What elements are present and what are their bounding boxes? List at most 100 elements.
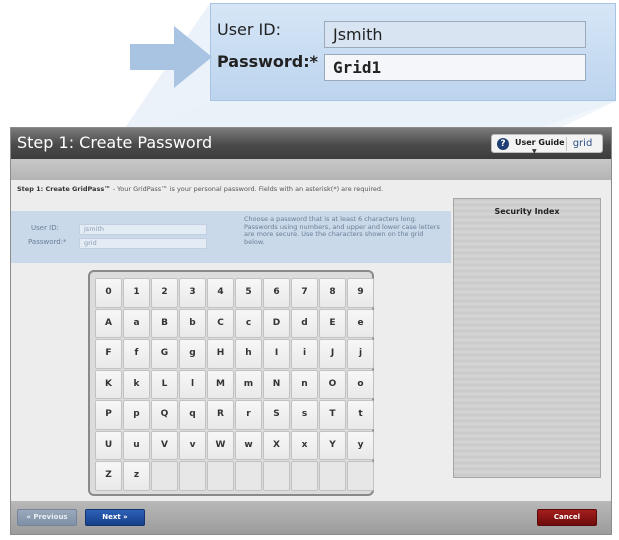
character-key[interactable]: 9	[347, 278, 374, 308]
character-key[interactable]: V	[151, 430, 178, 460]
next-button[interactable]: Next »	[85, 509, 145, 526]
character-key-empty	[319, 461, 346, 491]
character-key[interactable]: T	[319, 400, 346, 430]
character-grid-keys: 0123456789 AaBbCcDdEe FfGgHhIiJj KkLlMmNnOo…	[95, 278, 374, 491]
instruction-text: Step 1: Create GridPass™ - Your GridPass…	[17, 185, 437, 193]
security-index-panel: Security Index	[453, 198, 601, 478]
character-key[interactable]: w	[235, 430, 262, 460]
character-key[interactable]: J	[319, 339, 346, 369]
character-key[interactable]: Q	[151, 400, 178, 430]
character-key[interactable]: K	[95, 369, 122, 399]
character-key[interactable]: 4	[207, 278, 234, 308]
character-key[interactable]: m	[235, 369, 262, 399]
character-key[interactable]: O	[319, 369, 346, 399]
character-key[interactable]: R	[207, 400, 234, 430]
password-label: Password:*	[28, 238, 67, 246]
character-key[interactable]: e	[347, 308, 374, 338]
character-key[interactable]: l	[179, 369, 206, 399]
character-key[interactable]: s	[291, 400, 318, 430]
subheader-bar	[11, 159, 611, 180]
character-key[interactable]: C	[207, 308, 234, 338]
character-key[interactable]: D	[263, 308, 290, 338]
help-icon: ?	[497, 138, 509, 150]
cancel-button[interactable]: Cancel	[537, 509, 597, 526]
character-key[interactable]: y	[347, 430, 374, 460]
character-key[interactable]: i	[291, 339, 318, 369]
character-key[interactable]: U	[95, 430, 122, 460]
instruction-step: Step 1: Create GridPass™	[17, 185, 111, 193]
character-key-empty	[151, 461, 178, 491]
character-key[interactable]: I	[263, 339, 290, 369]
character-key-empty	[179, 461, 206, 491]
zoom-userid-field[interactable]: Jsmith	[324, 21, 586, 48]
character-key[interactable]: 8	[319, 278, 346, 308]
character-key-empty	[347, 461, 374, 491]
character-key[interactable]: j	[347, 339, 374, 369]
character-key[interactable]: p	[123, 400, 150, 430]
character-key[interactable]: c	[235, 308, 262, 338]
instruction-body: - Your GridPass™ is your personal passwo…	[110, 185, 384, 193]
character-key[interactable]: E	[319, 308, 346, 338]
character-key[interactable]: t	[347, 400, 374, 430]
character-key[interactable]: 2	[151, 278, 178, 308]
password-field[interactable]: grid	[79, 238, 207, 249]
character-key[interactable]: S	[263, 400, 290, 430]
character-key[interactable]: r	[235, 400, 262, 430]
character-key[interactable]: 3	[179, 278, 206, 308]
character-key[interactable]: 1	[123, 278, 150, 308]
user-guide-label: User Guide	[515, 138, 565, 147]
zoom-password-field[interactable]: Grid1	[324, 54, 586, 81]
character-key[interactable]: o	[347, 369, 374, 399]
character-key[interactable]: B	[151, 308, 178, 338]
chevron-down-icon: ▼	[532, 148, 537, 155]
character-grid: 0123456789 AaBbCcDdEe FfGgHhIiJj KkLlMmNnOo…	[88, 270, 374, 496]
character-key-empty	[263, 461, 290, 491]
character-key[interactable]: v	[179, 430, 206, 460]
character-key[interactable]: A	[95, 308, 122, 338]
character-key[interactable]: Z	[95, 461, 122, 491]
character-key[interactable]: n	[291, 369, 318, 399]
credentials-panel: User ID: jsmith Password:* grid Choose a…	[11, 211, 451, 263]
footer-bar: « Previous Next » Cancel	[11, 501, 611, 534]
character-key-empty	[291, 461, 318, 491]
userid-label: User ID:	[31, 224, 59, 232]
window-title: Step 1: Create Password	[17, 133, 213, 152]
character-key[interactable]: M	[207, 369, 234, 399]
character-key[interactable]: 0	[95, 278, 122, 308]
character-key[interactable]: L	[151, 369, 178, 399]
character-key[interactable]: k	[123, 369, 150, 399]
previous-button[interactable]: « Previous	[17, 509, 77, 526]
character-key[interactable]: f	[123, 339, 150, 369]
create-password-window: Step 1: Create Password ? User Guide ▼ g…	[10, 127, 612, 535]
password-help-text: Choose a password that is at least 6 cha…	[244, 215, 440, 246]
character-key[interactable]: a	[123, 308, 150, 338]
grid-logo-icon: grid	[566, 137, 598, 151]
character-key[interactable]: d	[291, 308, 318, 338]
zoom-userid-label: User ID:	[217, 20, 281, 39]
character-key[interactable]: h	[235, 339, 262, 369]
character-key[interactable]: N	[263, 369, 290, 399]
character-key[interactable]: z	[123, 461, 150, 491]
userid-field[interactable]: jsmith	[79, 224, 207, 235]
character-key-empty	[207, 461, 234, 491]
character-key[interactable]: G	[151, 339, 178, 369]
character-key[interactable]: x	[291, 430, 318, 460]
character-key[interactable]: X	[263, 430, 290, 460]
character-key[interactable]: W	[207, 430, 234, 460]
right-arrow-icon	[130, 26, 212, 88]
character-key[interactable]: F	[95, 339, 122, 369]
character-key-empty	[235, 461, 262, 491]
character-key[interactable]: Y	[319, 430, 346, 460]
character-key[interactable]: b	[179, 308, 206, 338]
character-key[interactable]: 5	[235, 278, 262, 308]
character-key[interactable]: P	[95, 400, 122, 430]
character-key[interactable]: 6	[263, 278, 290, 308]
zoom-password-label: Password:*	[217, 52, 319, 71]
character-key[interactable]: H	[207, 339, 234, 369]
title-bar: Step 1: Create Password ? User Guide ▼ g…	[11, 128, 611, 159]
character-key[interactable]: g	[179, 339, 206, 369]
character-key[interactable]: u	[123, 430, 150, 460]
user-guide-button[interactable]: ? User Guide ▼ grid	[491, 134, 603, 155]
character-key[interactable]: 7	[291, 278, 318, 308]
character-key[interactable]: q	[179, 400, 206, 430]
